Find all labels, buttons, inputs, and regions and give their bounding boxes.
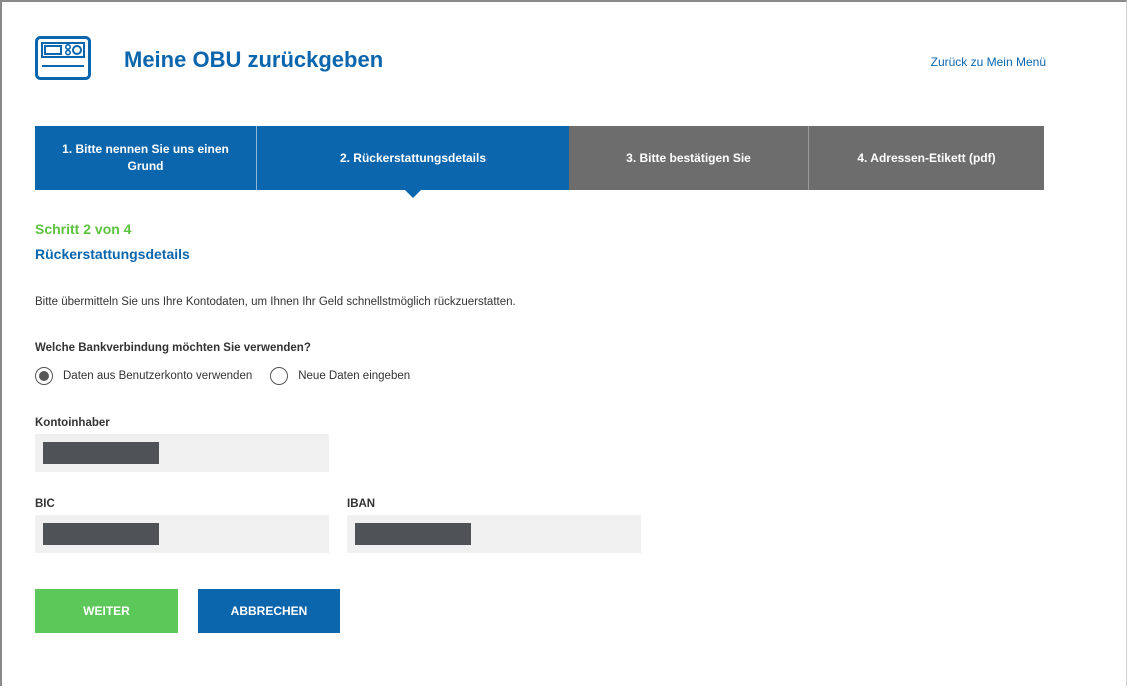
page-title: Meine OBU zurückgeben [124,47,384,72]
obu-device-icon [35,36,91,80]
radio-selected-dot [39,371,49,381]
step-3-bestaetigen: 3. Bitte bestätigen Sie [569,126,809,190]
bic-field[interactable] [35,515,329,553]
step-label: 2. Rückerstattungsdetails [339,150,487,165]
redacted-value [355,523,471,545]
progress-stepper: 1. Bitte nennen Sie uns einen Grund 2. R… [35,126,1044,198]
step-1-grund[interactable]: 1. Bitte nennen Sie uns einen Grund [35,126,257,190]
account-holder-label: Kontoinhaber [35,417,110,429]
section-title: Rückerstattungsdetails [35,246,190,262]
step-4-etikett: 4. Adressen-Etikett (pdf) [809,126,1044,190]
radio-label-new-data[interactable]: Neue Daten eingeben [298,370,410,382]
step-label: 3. Bitte bestätigen Sie [626,150,751,165]
back-to-menu-link[interactable]: Zurück zu Mein Menü [931,55,1046,69]
redacted-value [43,523,159,545]
radio-label-use-account-data[interactable]: Daten aus Benutzerkonto verwenden [63,370,252,382]
bank-question: Welche Bankverbindung möchten Sie verwen… [35,342,311,354]
bank-option-group: Daten aus Benutzerkonto verwenden Neue D… [35,367,428,385]
radio-use-account-data[interactable] [35,367,53,385]
step-label: 1. Bitte nennen Sie uns einen Grund [62,142,229,173]
next-button[interactable]: WEITER [35,589,178,633]
iban-label: IBAN [347,498,376,510]
intro-text: Bitte übermitteln Sie uns Ihre Kontodate… [35,296,516,308]
step-2-rueckerstattung: 2. Rückerstattungsdetails [257,126,569,198]
account-holder-field[interactable] [35,434,329,472]
iban-field[interactable] [347,515,641,553]
redacted-value [43,442,159,464]
step-counter: Schritt 2 von 4 [35,221,132,237]
step-label: 4. Adressen-Etikett (pdf) [857,150,996,165]
bic-label: BIC [35,498,55,510]
cancel-button[interactable]: ABBRECHEN [198,589,340,633]
current-step-pointer [405,190,421,198]
radio-new-data[interactable] [270,367,289,385]
